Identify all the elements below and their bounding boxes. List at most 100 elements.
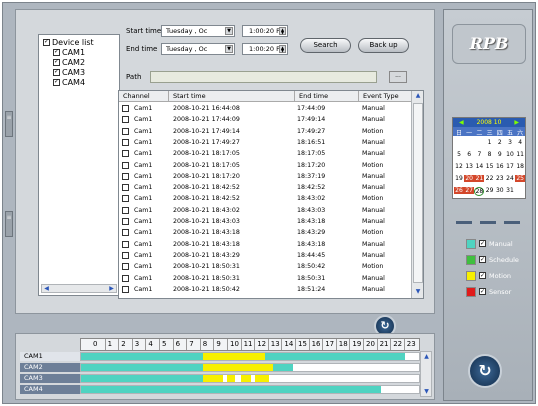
chevron-down-icon[interactable]: ▼ bbox=[225, 45, 233, 53]
row-checkbox[interactable] bbox=[122, 127, 129, 135]
table-row[interactable]: Cam1 2008-10-21 17:49:27 18:16:51 Manual bbox=[119, 137, 413, 148]
column-header-end-time[interactable]: End time bbox=[295, 91, 359, 102]
table-row[interactable]: Cam1 2008-10-21 16:44:08 17:44:09 Manual bbox=[119, 103, 413, 114]
checkbox-cam2[interactable]: ✓ bbox=[53, 58, 60, 66]
timeline-track[interactable] bbox=[80, 363, 420, 372]
row-checkbox[interactable] bbox=[122, 206, 129, 214]
start-time-field[interactable]: 1:00:20 PM ▲ ▼ bbox=[242, 25, 288, 37]
checkbox-cam3[interactable]: ✓ bbox=[53, 68, 60, 76]
timeline-camera-label[interactable]: CAM4 bbox=[20, 385, 80, 394]
calendar-day[interactable]: 8 bbox=[485, 151, 495, 158]
tree-item-cam4[interactable]: ✓ CAM4 bbox=[53, 77, 85, 87]
legend-checkbox[interactable]: ✓ bbox=[479, 240, 486, 247]
calendar-day[interactable]: 14 bbox=[474, 163, 484, 170]
calendar-day[interactable]: 28 bbox=[474, 187, 485, 196]
scroll-down-icon[interactable]: ▼ bbox=[413, 288, 423, 295]
row-checkbox[interactable] bbox=[122, 150, 129, 158]
browse-button[interactable]: ... bbox=[389, 71, 407, 83]
tree-horizontal-scrollbar[interactable]: ◀ ▶ bbox=[41, 284, 117, 293]
calendar-day[interactable]: 4 bbox=[515, 139, 525, 146]
left-collapse-tab-2[interactable]: ≡ bbox=[5, 211, 13, 237]
table-row[interactable]: Cam1 2008-10-21 18:50:31 18:50:31 Manual bbox=[119, 273, 413, 284]
row-checkbox[interactable] bbox=[122, 184, 129, 192]
tree-item-cam3[interactable]: ✓ CAM3 bbox=[53, 67, 85, 77]
scroll-down-icon[interactable]: ▼ bbox=[422, 388, 431, 395]
tree-root[interactable]: ✓ Device list bbox=[43, 37, 94, 47]
calendar-day[interactable]: 18 bbox=[515, 163, 525, 170]
timeline-camera-label[interactable]: CAM2 bbox=[20, 363, 80, 372]
calendar-day[interactable]: 2 bbox=[495, 139, 505, 146]
table-vertical-scrollbar[interactable]: ▲ ▼ bbox=[411, 91, 423, 298]
left-collapse-tab[interactable]: ≡ bbox=[5, 111, 13, 137]
legend-checkbox[interactable]: ✓ bbox=[479, 256, 486, 263]
table-row[interactable]: Cam1 2008-10-21 18:50:42 18:51:24 Manual bbox=[119, 284, 413, 295]
row-checkbox[interactable] bbox=[122, 251, 129, 259]
calendar-day[interactable]: 17 bbox=[505, 163, 515, 170]
column-header-start-time[interactable]: Start time bbox=[169, 91, 295, 102]
table-row[interactable]: Cam1 2008-10-21 18:43:18 18:43:18 Manual bbox=[119, 239, 413, 250]
scrollbar-thumb[interactable] bbox=[413, 103, 423, 283]
calendar-day[interactable]: 25 bbox=[515, 175, 526, 182]
calendar-day[interactable]: 7 bbox=[474, 151, 484, 158]
table-row[interactable]: Cam1 2008-10-21 18:43:18 18:43:29 Motion bbox=[119, 227, 413, 238]
table-row[interactable]: Cam1 2008-10-21 18:43:29 18:44:45 Manual bbox=[119, 250, 413, 261]
calendar-day[interactable]: 1 bbox=[485, 139, 495, 146]
path-input[interactable] bbox=[150, 71, 377, 83]
spinner-icon[interactable]: ▲ ▼ bbox=[279, 27, 286, 35]
calendar-day[interactable]: 27 bbox=[464, 187, 475, 194]
calendar-day[interactable]: 24 bbox=[505, 175, 515, 182]
row-checkbox[interactable] bbox=[122, 195, 129, 203]
column-header-channel[interactable]: Channel bbox=[119, 91, 169, 102]
calendar-day[interactable]: 15 bbox=[485, 163, 495, 170]
table-row[interactable]: Cam1 2008-10-21 18:17:20 18:37:19 Manual bbox=[119, 171, 413, 182]
calendar-day[interactable]: 23 bbox=[495, 175, 505, 182]
table-row[interactable]: Cam1 2008-10-21 18:50:31 18:50:42 Motion bbox=[119, 261, 413, 272]
calendar-day[interactable]: 5 bbox=[454, 151, 464, 158]
scroll-right-icon[interactable]: ▶ bbox=[107, 285, 116, 292]
row-checkbox[interactable] bbox=[122, 105, 129, 112]
table-row[interactable]: Cam1 2008-10-21 18:42:52 18:42:52 Manual bbox=[119, 182, 413, 193]
tree-item-cam2[interactable]: ✓ CAM2 bbox=[53, 57, 85, 67]
next-month-icon[interactable]: ▶ bbox=[514, 118, 519, 127]
table-row[interactable]: Cam1 2008-10-21 17:49:14 17:49:27 Motion bbox=[119, 126, 413, 137]
calendar-day[interactable]: 26 bbox=[454, 187, 464, 194]
row-checkbox[interactable] bbox=[122, 263, 129, 271]
backup-button[interactable]: Back up bbox=[358, 38, 409, 53]
scroll-left-icon[interactable]: ◀ bbox=[42, 285, 51, 292]
search-button[interactable]: Search bbox=[300, 38, 351, 53]
table-row[interactable]: Cam1 2008-10-21 17:44:09 17:49:14 Manual bbox=[119, 114, 413, 125]
row-checkbox[interactable] bbox=[122, 161, 129, 169]
playback-icon[interactable]: ↻ bbox=[468, 354, 502, 388]
row-checkbox[interactable] bbox=[122, 240, 129, 248]
legend-checkbox[interactable]: ✓ bbox=[479, 288, 486, 295]
row-checkbox[interactable] bbox=[122, 229, 129, 237]
calendar-day[interactable]: 19 bbox=[454, 175, 464, 182]
table-row[interactable]: Cam1 2008-10-21 18:17:05 18:17:20 Motion bbox=[119, 160, 413, 171]
table-row[interactable]: Cam1 2008-10-21 18:43:02 18:43:03 Manual bbox=[119, 205, 413, 216]
checkbox-cam1[interactable]: ✓ bbox=[53, 48, 60, 56]
calendar-day[interactable]: 21 bbox=[474, 175, 485, 182]
end-time-field[interactable]: 1:00:20 PM ▲ ▼ bbox=[242, 43, 288, 55]
timeline-track[interactable] bbox=[80, 374, 420, 383]
prev-month-icon[interactable]: ◀ bbox=[459, 118, 464, 127]
row-checkbox[interactable] bbox=[122, 285, 129, 293]
start-date-select[interactable]: Tuesday , Oc ▼ bbox=[161, 25, 235, 37]
calendar-day[interactable]: 11 bbox=[515, 151, 525, 158]
checkbox-cam4[interactable]: ✓ bbox=[53, 78, 60, 86]
calendar-day[interactable]: 20 bbox=[464, 175, 475, 182]
spinner-icon[interactable]: ▲ ▼ bbox=[279, 45, 286, 53]
row-checkbox[interactable] bbox=[122, 274, 129, 282]
tree-item-cam1[interactable]: ✓ CAM1 bbox=[53, 47, 85, 57]
timeline-vertical-scrollbar[interactable]: ▲ ▼ bbox=[420, 351, 432, 397]
calendar-day[interactable]: 16 bbox=[495, 163, 505, 170]
timeline-camera-label[interactable]: CAM1 bbox=[20, 352, 80, 361]
timeline-track[interactable] bbox=[80, 385, 420, 394]
calendar-day[interactable]: 12 bbox=[454, 163, 464, 170]
row-checkbox[interactable] bbox=[122, 138, 129, 146]
scroll-up-icon[interactable]: ▲ bbox=[413, 92, 423, 99]
calendar-day[interactable]: 30 bbox=[495, 187, 505, 194]
timeline-track[interactable] bbox=[80, 352, 420, 361]
column-header-event-type[interactable]: Event Type bbox=[359, 91, 413, 102]
end-date-select[interactable]: Tuesday , Oc ▼ bbox=[161, 43, 235, 55]
calendar-day[interactable]: 9 bbox=[495, 151, 505, 158]
